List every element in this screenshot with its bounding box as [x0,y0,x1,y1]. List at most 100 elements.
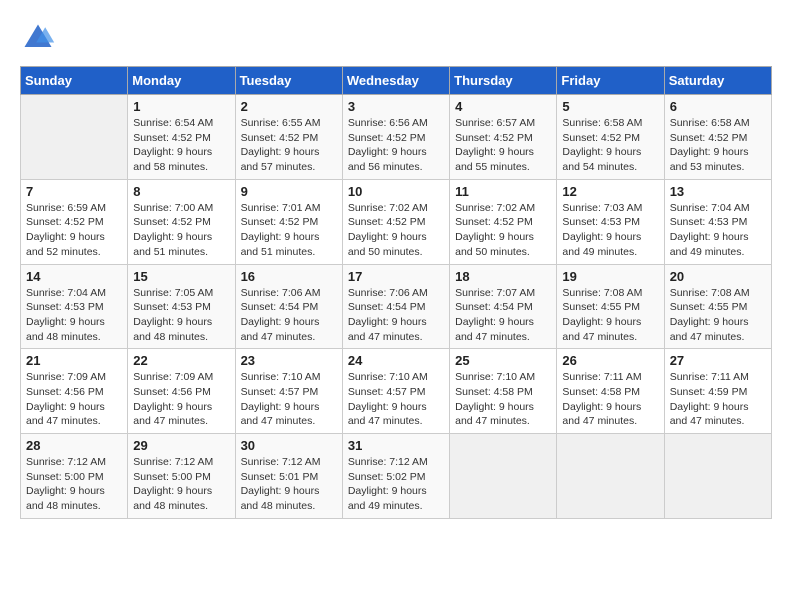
calendar-cell: 19 Sunrise: 7:08 AM Sunset: 4:55 PM Dayli… [557,264,664,349]
calendar-cell: 3 Sunrise: 6:56 AM Sunset: 4:52 PM Daylig… [342,95,449,180]
calendar-cell: 8 Sunrise: 7:00 AM Sunset: 4:52 PM Daylig… [128,179,235,264]
day-info: Sunrise: 7:09 AM Sunset: 4:56 PM Dayligh… [133,370,229,429]
day-info: Sunrise: 7:09 AM Sunset: 4:56 PM Dayligh… [26,370,122,429]
day-info: Sunrise: 7:06 AM Sunset: 4:54 PM Dayligh… [348,286,444,345]
day-number: 23 [241,353,337,368]
day-info: Sunrise: 6:59 AM Sunset: 4:52 PM Dayligh… [26,201,122,260]
day-number: 18 [455,269,551,284]
day-number: 29 [133,438,229,453]
day-number: 15 [133,269,229,284]
day-number: 12 [562,184,658,199]
day-number: 8 [133,184,229,199]
calendar-cell: 23 Sunrise: 7:10 AM Sunset: 4:57 PM Dayli… [235,349,342,434]
calendar-cell: 21 Sunrise: 7:09 AM Sunset: 4:56 PM Dayli… [21,349,128,434]
day-number: 17 [348,269,444,284]
day-number: 19 [562,269,658,284]
calendar-cell: 22 Sunrise: 7:09 AM Sunset: 4:56 PM Dayli… [128,349,235,434]
day-of-week-header: Friday [557,67,664,95]
day-info: Sunrise: 6:55 AM Sunset: 4:52 PM Dayligh… [241,116,337,175]
day-number: 1 [133,99,229,114]
day-info: Sunrise: 7:10 AM Sunset: 4:57 PM Dayligh… [241,370,337,429]
calendar-cell [664,434,771,519]
day-info: Sunrise: 7:04 AM Sunset: 4:53 PM Dayligh… [26,286,122,345]
day-number: 25 [455,353,551,368]
day-number: 31 [348,438,444,453]
calendar-cell: 31 Sunrise: 7:12 AM Sunset: 5:02 PM Dayli… [342,434,449,519]
calendar-week-row: 14 Sunrise: 7:04 AM Sunset: 4:53 PM Dayli… [21,264,772,349]
day-number: 13 [670,184,766,199]
day-number: 21 [26,353,122,368]
day-number: 3 [348,99,444,114]
day-info: Sunrise: 7:04 AM Sunset: 4:53 PM Dayligh… [670,201,766,260]
day-info: Sunrise: 6:57 AM Sunset: 4:52 PM Dayligh… [455,116,551,175]
calendar-cell [450,434,557,519]
day-info: Sunrise: 7:08 AM Sunset: 4:55 PM Dayligh… [670,286,766,345]
day-info: Sunrise: 7:10 AM Sunset: 4:58 PM Dayligh… [455,370,551,429]
calendar-cell: 2 Sunrise: 6:55 AM Sunset: 4:52 PM Daylig… [235,95,342,180]
day-of-week-header: Monday [128,67,235,95]
page-header [20,20,772,56]
calendar-cell: 25 Sunrise: 7:10 AM Sunset: 4:58 PM Dayli… [450,349,557,434]
day-number: 10 [348,184,444,199]
calendar-cell: 20 Sunrise: 7:08 AM Sunset: 4:55 PM Dayli… [664,264,771,349]
day-info: Sunrise: 7:06 AM Sunset: 4:54 PM Dayligh… [241,286,337,345]
day-number: 20 [670,269,766,284]
day-info: Sunrise: 6:56 AM Sunset: 4:52 PM Dayligh… [348,116,444,175]
day-info: Sunrise: 6:58 AM Sunset: 4:52 PM Dayligh… [562,116,658,175]
day-of-week-header: Saturday [664,67,771,95]
day-info: Sunrise: 7:12 AM Sunset: 5:00 PM Dayligh… [133,455,229,514]
day-of-week-header: Wednesday [342,67,449,95]
calendar-cell: 29 Sunrise: 7:12 AM Sunset: 5:00 PM Dayli… [128,434,235,519]
day-number: 27 [670,353,766,368]
calendar-week-row: 21 Sunrise: 7:09 AM Sunset: 4:56 PM Dayli… [21,349,772,434]
calendar-cell: 6 Sunrise: 6:58 AM Sunset: 4:52 PM Daylig… [664,95,771,180]
calendar-cell: 30 Sunrise: 7:12 AM Sunset: 5:01 PM Dayli… [235,434,342,519]
day-info: Sunrise: 7:11 AM Sunset: 4:58 PM Dayligh… [562,370,658,429]
calendar-cell: 1 Sunrise: 6:54 AM Sunset: 4:52 PM Daylig… [128,95,235,180]
calendar-week-row: 1 Sunrise: 6:54 AM Sunset: 4:52 PM Daylig… [21,95,772,180]
calendar-cell: 18 Sunrise: 7:07 AM Sunset: 4:54 PM Dayli… [450,264,557,349]
logo [20,20,60,56]
calendar-table: SundayMondayTuesdayWednesdayThursdayFrid… [20,66,772,519]
day-number: 24 [348,353,444,368]
day-info: Sunrise: 7:08 AM Sunset: 4:55 PM Dayligh… [562,286,658,345]
day-number: 14 [26,269,122,284]
day-number: 5 [562,99,658,114]
calendar-cell: 12 Sunrise: 7:03 AM Sunset: 4:53 PM Dayli… [557,179,664,264]
calendar-cell: 24 Sunrise: 7:10 AM Sunset: 4:57 PM Dayli… [342,349,449,434]
day-info: Sunrise: 7:05 AM Sunset: 4:53 PM Dayligh… [133,286,229,345]
day-number: 30 [241,438,337,453]
day-info: Sunrise: 7:00 AM Sunset: 4:52 PM Dayligh… [133,201,229,260]
day-info: Sunrise: 7:12 AM Sunset: 5:01 PM Dayligh… [241,455,337,514]
calendar-week-row: 7 Sunrise: 6:59 AM Sunset: 4:52 PM Daylig… [21,179,772,264]
day-info: Sunrise: 7:02 AM Sunset: 4:52 PM Dayligh… [348,201,444,260]
day-info: Sunrise: 7:07 AM Sunset: 4:54 PM Dayligh… [455,286,551,345]
day-info: Sunrise: 7:03 AM Sunset: 4:53 PM Dayligh… [562,201,658,260]
calendar-cell: 7 Sunrise: 6:59 AM Sunset: 4:52 PM Daylig… [21,179,128,264]
day-info: Sunrise: 7:11 AM Sunset: 4:59 PM Dayligh… [670,370,766,429]
calendar-cell: 17 Sunrise: 7:06 AM Sunset: 4:54 PM Dayli… [342,264,449,349]
day-info: Sunrise: 7:12 AM Sunset: 5:00 PM Dayligh… [26,455,122,514]
day-number: 6 [670,99,766,114]
day-info: Sunrise: 7:01 AM Sunset: 4:52 PM Dayligh… [241,201,337,260]
calendar-cell: 27 Sunrise: 7:11 AM Sunset: 4:59 PM Dayli… [664,349,771,434]
calendar-cell: 5 Sunrise: 6:58 AM Sunset: 4:52 PM Daylig… [557,95,664,180]
day-info: Sunrise: 6:54 AM Sunset: 4:52 PM Dayligh… [133,116,229,175]
day-number: 28 [26,438,122,453]
calendar-cell [557,434,664,519]
calendar-cell: 11Sunrise: 7:02 AM Sunset: 4:52 PM Dayli… [450,179,557,264]
day-info: Sunrise: 7:10 AM Sunset: 4:57 PM Dayligh… [348,370,444,429]
day-number: 7 [26,184,122,199]
day-info: Sunrise: 7:02 AM Sunset: 4:52 PM Dayligh… [455,201,551,260]
calendar-cell: 15 Sunrise: 7:05 AM Sunset: 4:53 PM Dayli… [128,264,235,349]
day-number: 2 [241,99,337,114]
day-info: Sunrise: 7:12 AM Sunset: 5:02 PM Dayligh… [348,455,444,514]
day-of-week-header: Sunday [21,67,128,95]
calendar-cell: 28 Sunrise: 7:12 AM Sunset: 5:00 PM Dayli… [21,434,128,519]
day-number: 4 [455,99,551,114]
day-info: Sunrise: 6:58 AM Sunset: 4:52 PM Dayligh… [670,116,766,175]
calendar-cell: 16Sunrise: 7:06 AM Sunset: 4:54 PM Dayli… [235,264,342,349]
day-number: 22 [133,353,229,368]
day-number: 26 [562,353,658,368]
calendar-cell: 10 Sunrise: 7:02 AM Sunset: 4:52 PM Dayli… [342,179,449,264]
